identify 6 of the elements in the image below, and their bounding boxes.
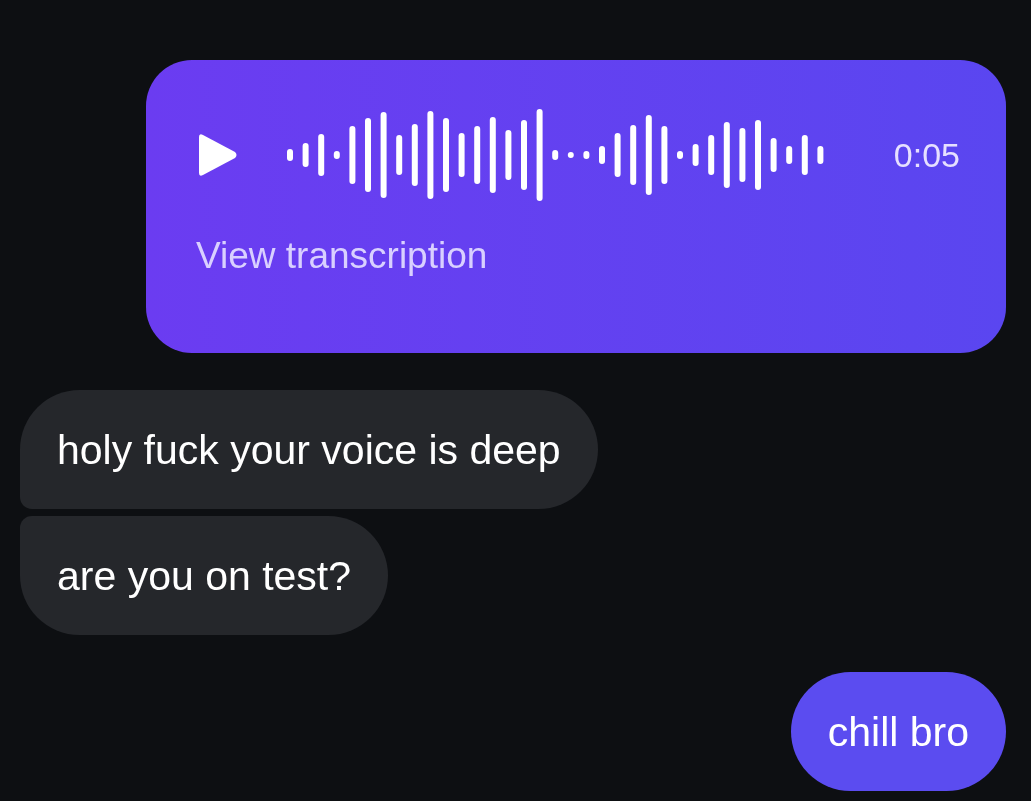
message-bubble: holy fuck your voice is deep	[20, 390, 598, 509]
message-bubble: chill bro	[790, 672, 1006, 791]
view-transcription-link[interactable]: View transcription	[196, 228, 488, 284]
play-icon	[196, 133, 238, 177]
message-bubble: are you on test?	[20, 516, 389, 635]
duration-label: 0:05	[893, 134, 960, 176]
